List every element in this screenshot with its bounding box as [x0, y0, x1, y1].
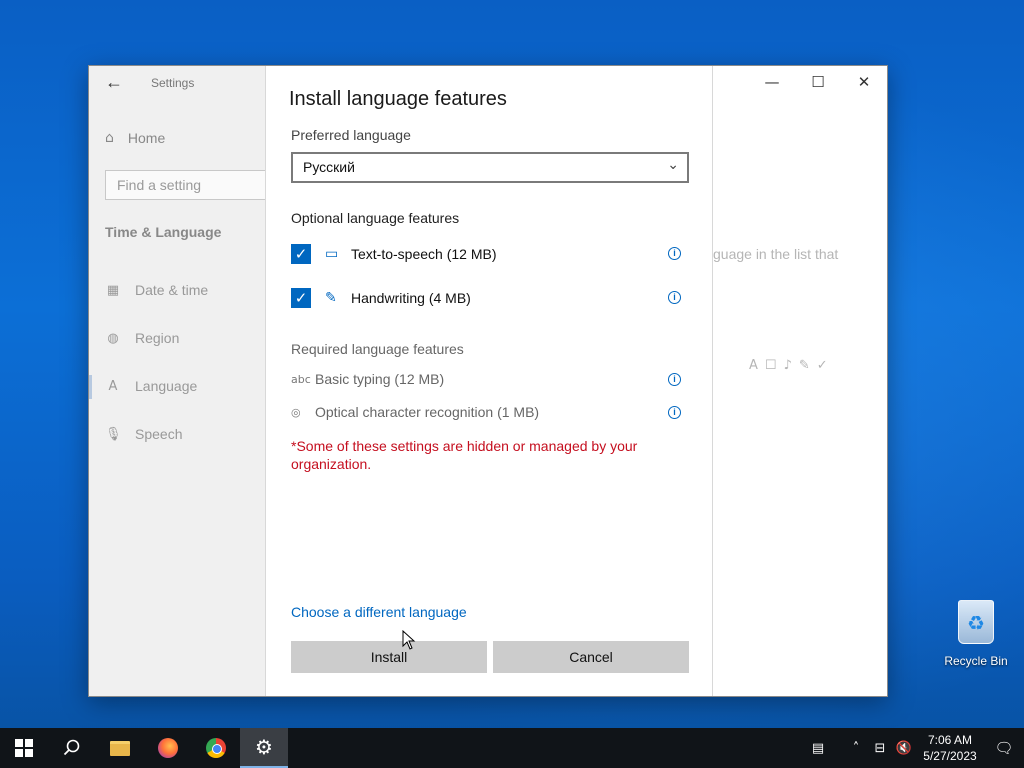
- background-text: guage in the list that: [713, 246, 839, 262]
- preferred-language-label: Preferred language: [291, 127, 411, 143]
- active-indicator: [89, 375, 92, 399]
- window-controls: — ☐ ✕: [749, 66, 887, 98]
- minimize-icon[interactable]: —: [749, 66, 795, 98]
- globe-icon: ◍: [107, 330, 119, 346]
- start-button[interactable]: [0, 728, 48, 768]
- calendar-icon: ▦: [106, 282, 120, 298]
- language-icon: A: [108, 378, 118, 394]
- close-icon[interactable]: ✕: [841, 66, 887, 98]
- back-arrow-icon[interactable]: ←: [105, 72, 123, 93]
- maximize-icon[interactable]: ☐: [795, 66, 841, 98]
- required-ocr: ◎ Optical character recognition (1 MB) i: [291, 401, 689, 423]
- search-input[interactable]: Find a setting: [105, 170, 275, 200]
- required-basic-typing: abc Basic typing (12 MB) i: [291, 368, 689, 390]
- section-title: Time & Language: [105, 224, 222, 240]
- windows-logo-icon: [15, 739, 33, 757]
- feature-label: Basic typing (12 MB): [315, 371, 445, 387]
- dialog-title: Install language features: [289, 88, 507, 110]
- required-features-label: Required language features: [291, 341, 464, 357]
- clock-date: 5/27/2023: [923, 749, 977, 763]
- clock[interactable]: 7:06 AM 5/27/2023: [916, 732, 984, 764]
- speech-icon: ☐: [764, 358, 777, 373]
- search-button[interactable]: [48, 728, 96, 768]
- folder-icon: [110, 740, 130, 756]
- install-button[interactable]: Install: [291, 641, 487, 673]
- recycle-bin[interactable]: Recycle Bin: [940, 600, 1012, 668]
- chevron-down-icon: ⌄: [667, 157, 679, 173]
- feature-text-to-speech: ✓ ▭ Text-to-speech (12 MB) i: [291, 242, 689, 266]
- recycle-bin-label: Recycle Bin: [944, 654, 1008, 668]
- sidebar-item-label: Date & time: [135, 282, 209, 298]
- language-icon: A: [749, 358, 758, 373]
- camera-icon: ◎: [291, 405, 301, 419]
- info-icon[interactable]: i: [668, 406, 681, 419]
- file-explorer-button[interactable]: [96, 728, 144, 768]
- info-icon[interactable]: i: [668, 373, 681, 386]
- preferred-language-select[interactable]: Русский ⌄: [291, 152, 689, 183]
- firefox-icon: [158, 738, 178, 758]
- search-icon: [63, 739, 80, 756]
- settings-sidebar: ← Settings ⌂ Home Find a setting Time & …: [89, 66, 275, 696]
- network-icon[interactable]: ⊟: [868, 741, 892, 756]
- language-feature-icons: A ☐ ♪ ✎ ✓: [749, 358, 828, 373]
- sidebar-item-speech[interactable]: 🎙 Speech: [105, 426, 182, 442]
- volume-muted-icon[interactable]: 🔇: [892, 741, 916, 756]
- speech-icon: ▭: [325, 246, 339, 262]
- sidebar-item-language[interactable]: A Language: [105, 378, 198, 394]
- feature-label: Optical character recognition (1 MB): [315, 404, 540, 420]
- microphone-icon: 🎙: [105, 426, 122, 442]
- info-icon[interactable]: i: [668, 291, 681, 304]
- home-icon: ⌂: [105, 130, 114, 146]
- install-language-dialog: Install language features Preferred lang…: [265, 66, 713, 696]
- sidebar-item-label: Speech: [135, 426, 183, 442]
- system-tray: ▤ ˄ ⊟ 🔇 7:06 AM 5/27/2023 🗨: [806, 728, 1024, 768]
- chrome-button[interactable]: [192, 728, 240, 768]
- nav-home-label: Home: [127, 130, 166, 146]
- chevron-up-icon[interactable]: ˄: [844, 741, 868, 756]
- nav-home[interactable]: ⌂ Home: [105, 130, 165, 146]
- microphone-icon: ♪: [783, 358, 792, 373]
- sidebar-item-region[interactable]: ◍ Region: [105, 330, 179, 346]
- settings-taskbar-button[interactable]: ⚙: [240, 728, 288, 768]
- cancel-button[interactable]: Cancel: [493, 641, 689, 673]
- handwriting-icon: ✎: [325, 290, 337, 306]
- sidebar-item-label: Language: [135, 378, 198, 394]
- handwriting-checkbox[interactable]: ✓: [291, 288, 311, 308]
- gear-icon: ⚙: [255, 735, 273, 759]
- firefox-button[interactable]: [144, 728, 192, 768]
- settings-window: ← Settings ⌂ Home Find a setting Time & …: [88, 65, 888, 697]
- spellcheck-icon: abc: [291, 372, 311, 386]
- notification-icon[interactable]: 🗨: [984, 739, 1024, 757]
- spellcheck-icon: ✓: [816, 358, 828, 373]
- handwriting-icon: ✎: [798, 358, 810, 373]
- recycle-bin-icon: [958, 600, 994, 644]
- news-icon[interactable]: ▤: [806, 741, 830, 756]
- search-placeholder: Find a setting: [117, 177, 202, 193]
- clock-time: 7:06 AM: [927, 733, 973, 747]
- info-icon[interactable]: i: [668, 247, 681, 260]
- feature-label: Text-to-speech (12 MB): [351, 246, 497, 262]
- window-title: Settings: [151, 76, 195, 90]
- choose-language-link[interactable]: Choose a different language: [291, 604, 467, 620]
- managed-warning: *Some of these settings are hidden or ma…: [291, 438, 638, 472]
- sidebar-item-label: Region: [135, 330, 180, 346]
- sidebar-item-date-time[interactable]: ▦ Date & time: [105, 282, 208, 298]
- taskbar: ⚙ ▤ ˄ ⊟ 🔇 7:06 AM 5/27/2023 🗨: [0, 728, 1024, 768]
- text-to-speech-checkbox[interactable]: ✓: [291, 244, 311, 264]
- feature-handwriting: ✓ ✎ Handwriting (4 MB) i: [291, 286, 689, 310]
- feature-label: Handwriting (4 MB): [351, 290, 471, 306]
- chrome-icon: [206, 738, 226, 758]
- optional-features-label: Optional language features: [291, 210, 460, 226]
- preferred-language-value: Русский: [303, 159, 355, 175]
